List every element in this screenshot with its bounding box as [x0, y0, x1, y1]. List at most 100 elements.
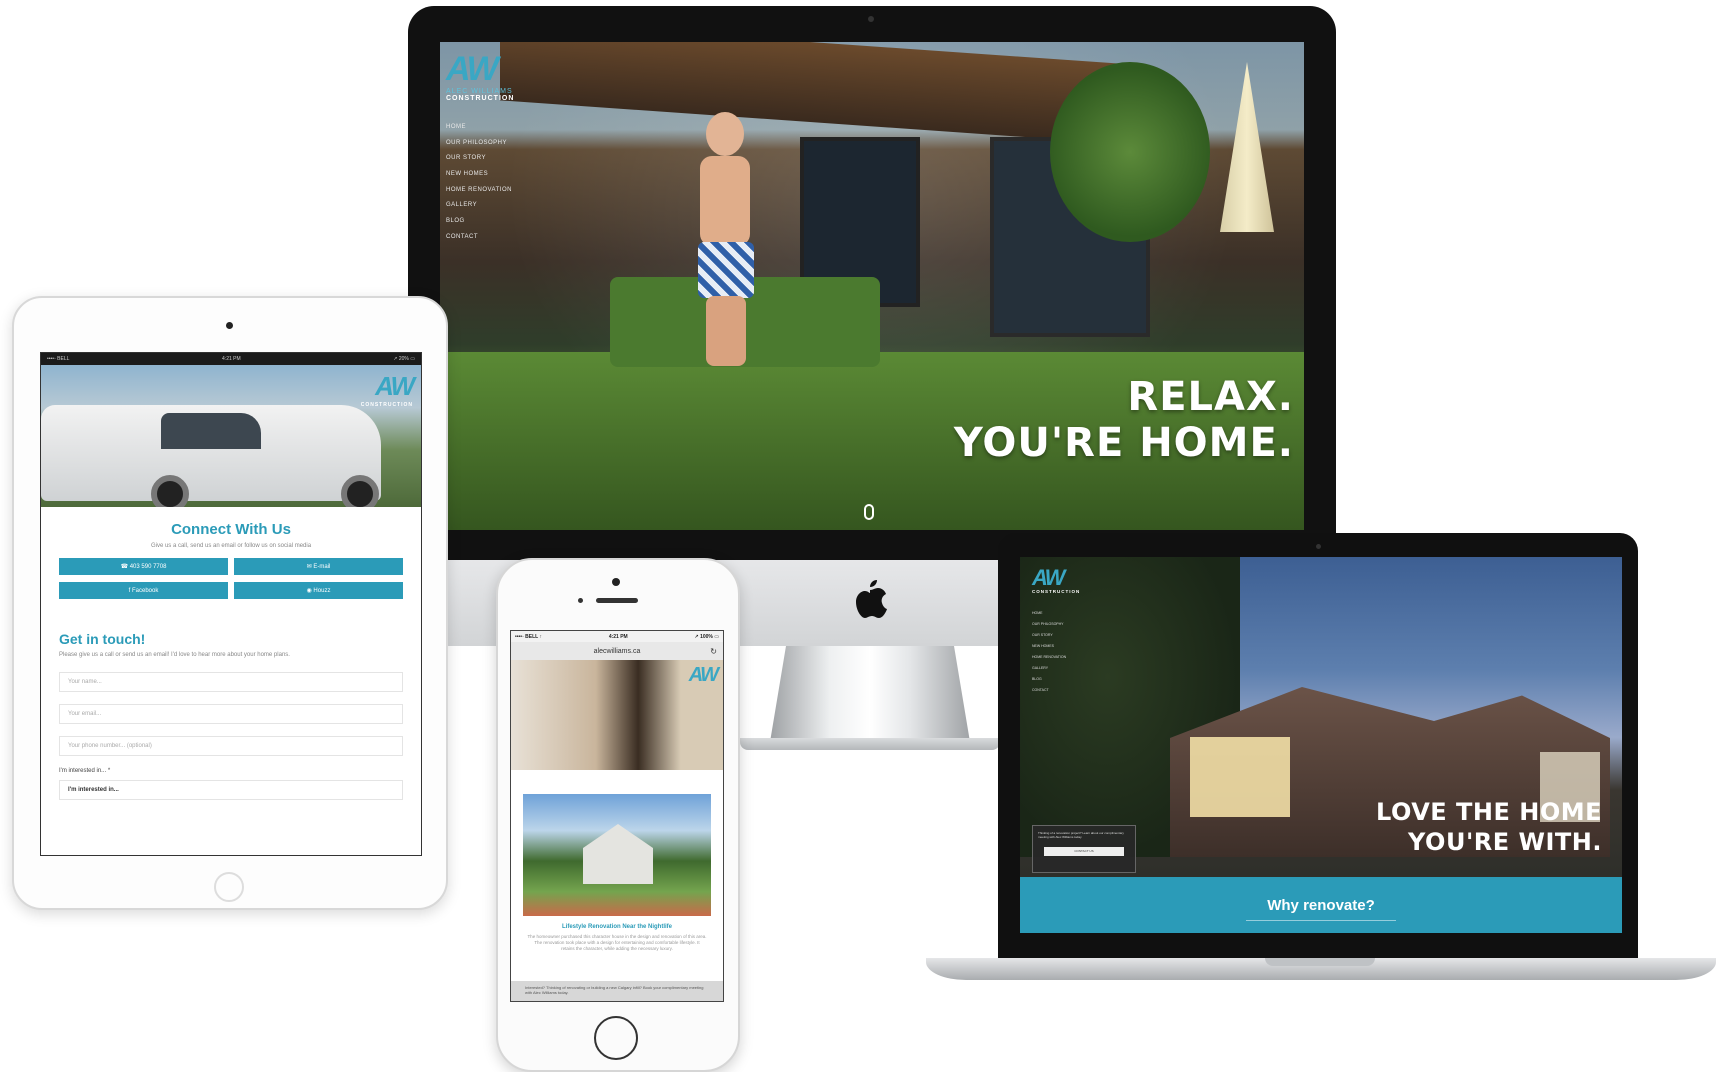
nav-item-philosophy[interactable]: OUR PHILOSOPHY [1032, 622, 1066, 626]
site-logo[interactable]: AW [688, 664, 719, 687]
project-card-image[interactable] [523, 794, 711, 916]
desktop-site-hero: AW ALEC WILLIAMS CONSTRUCTION HOME OUR P… [440, 42, 1304, 530]
reload-icon[interactable]: ↻ [710, 647, 717, 656]
nav-item-home[interactable]: HOME [1032, 611, 1066, 615]
nav-item-renovation[interactable]: HOME RENOVATION [1032, 655, 1066, 659]
site-logo[interactable]: AW CONSTRUCTION [360, 371, 415, 408]
laptop-notch [1265, 958, 1375, 966]
nav-item-blog[interactable]: BLOG [1032, 677, 1066, 681]
phone-hero-image: AW [511, 660, 723, 770]
tablet-status-bar: ••••◦ BELL 4:21 PM ↗ 20% ▭ [41, 353, 421, 365]
hero-truck-wheel [151, 475, 189, 507]
status-time: 4:21 PM [608, 633, 628, 640]
hero-tree [1050, 62, 1210, 242]
facebook-button[interactable]: f Facebook [59, 582, 228, 599]
logo-tagline: CONSTRUCTION [446, 95, 515, 102]
desktop-stand-neck [770, 646, 970, 742]
hero-headline-line2: YOU'RE HOME. [953, 420, 1294, 466]
interest-label: I'm interested in... * [59, 768, 111, 774]
email-field[interactable]: Your email... [59, 704, 403, 724]
tablet-content: Connect With Us Give us a call, send us … [41, 507, 421, 800]
site-logo[interactable]: AW CONSTRUCTION [1032, 565, 1081, 595]
logo-tagline: CONSTRUCTION [360, 402, 413, 408]
get-in-touch-subtitle: Please give us a call or send us an emai… [59, 652, 290, 658]
tablet-contact-page: ••••◦ BELL 4:21 PM ↗ 20% ▭ AW CONSTRUCTI… [40, 352, 422, 856]
hero-headline: RELAX. YOU'RE HOME. [954, 374, 1294, 466]
tablet-home-button [214, 872, 244, 902]
hero-child-figure [690, 112, 760, 372]
phone-button[interactable]: ☎ 403 590 7708 [59, 558, 228, 575]
hero-truck-wheel [341, 475, 379, 507]
project-house [583, 824, 653, 884]
why-renovate-heading: Why renovate? [1267, 896, 1375, 914]
hero-headline-line2: YOU'RE WITH. [1408, 828, 1602, 856]
address-bar-url: alecwilliams.ca [593, 647, 641, 655]
houzz-button[interactable]: ◉ Houzz [234, 582, 403, 599]
nav-item-new-homes[interactable]: NEW HOMES [1032, 644, 1066, 648]
phone-speaker [596, 598, 638, 603]
status-carrier: ••••◦ BELL [47, 356, 70, 362]
apple-logo-icon [856, 580, 887, 618]
why-renovate-band: Why renovate? [1020, 877, 1622, 933]
nav-item-gallery[interactable]: GALLERY [446, 202, 512, 208]
promo-popup: Thinking of a renovation project? Learn … [1032, 825, 1136, 873]
nav-item-contact[interactable]: CONTACT [446, 234, 512, 240]
status-time: 4:21 PM [222, 356, 241, 362]
status-carrier: ••••◦ BELL ↑ [515, 633, 543, 640]
hero-house-roof [500, 42, 1120, 144]
phone-footer-banner: Interested? Thinking of renovating or bu… [511, 981, 723, 1001]
hero-truck-window [161, 413, 261, 449]
hero-headline: LOVE THE HOME YOU'RE WITH. [1376, 797, 1602, 857]
tablet-hero-image: AW CONSTRUCTION [41, 365, 421, 507]
scroll-down-icon[interactable] [864, 504, 874, 520]
laptop-nav: HOME OUR PHILOSOPHY OUR STORY NEW HOMES … [1032, 611, 1066, 699]
status-battery: ↗ 20% ▭ [393, 356, 415, 362]
band-divider [1246, 920, 1396, 921]
nav-item-new-homes[interactable]: NEW HOMES [446, 171, 512, 177]
email-button[interactable]: ✉ E-mail [234, 558, 403, 575]
nav-item-philosophy[interactable]: OUR PHILOSOPHY [446, 140, 512, 146]
promo-popup-button[interactable]: CONTACT US [1044, 847, 1124, 856]
nav-item-home[interactable]: HOME [446, 124, 512, 130]
hero-headline-line1: RELAX. [1127, 374, 1294, 420]
phone-camera [612, 578, 620, 586]
phone-home-button [594, 1016, 638, 1060]
nav-item-contact[interactable]: CONTACT [1032, 688, 1066, 692]
project-card-title[interactable]: Lifestyle Renovation Near the Nightlife [511, 924, 723, 930]
phone-site-page: ••••◦ BELL ↑ 4:21 PM ↗ 100% ▭ alecwillia… [510, 630, 724, 1002]
logo-tagline: CONSTRUCTION [1032, 589, 1081, 594]
phone-sensor [578, 598, 583, 603]
laptop-site-hero: AW CONSTRUCTION HOME OUR PHILOSOPHY OUR … [1020, 557, 1622, 933]
address-bar[interactable]: alecwilliams.ca ↻ [511, 642, 723, 660]
get-in-touch-title: Get in touch! [59, 631, 146, 647]
hero-headline-line1: LOVE THE HOME [1376, 798, 1602, 826]
connect-subtitle: Give us a call, send us an email or foll… [150, 543, 312, 549]
nav-item-gallery[interactable]: GALLERY [1032, 666, 1066, 670]
nav-item-story[interactable]: OUR STORY [1032, 633, 1066, 637]
nav-item-story[interactable]: OUR STORY [446, 155, 512, 161]
status-battery: ↗ 100% ▭ [694, 633, 719, 640]
nav-item-blog[interactable]: BLOG [446, 218, 512, 224]
logo-mark: AW [1032, 565, 1065, 590]
desktop-nav: HOME OUR PHILOSOPHY OUR STORY NEW HOMES … [446, 124, 512, 250]
hero-lit-window [1190, 737, 1290, 817]
contact-button-grid: ☎ 403 590 7708 ✉ E-mail f Facebook ◉ Hou… [59, 558, 403, 599]
phone-status-bar: ••••◦ BELL ↑ 4:21 PM ↗ 100% ▭ [511, 631, 723, 642]
project-card-text: The homeowner purchased this character h… [527, 934, 707, 951]
connect-title: Connect With Us [171, 521, 291, 538]
name-field[interactable]: Your name... [59, 672, 403, 692]
interest-select[interactable]: I'm interested in... [59, 780, 403, 800]
promo-popup-text: Thinking of a renovation project? Learn … [1038, 831, 1124, 839]
desktop-stand-base [740, 738, 1000, 750]
logo-mark: AW [688, 664, 719, 686]
logo-mark: AW [446, 50, 499, 88]
phone-field[interactable]: Your phone number... (optional) [59, 736, 403, 756]
laptop-camera [1316, 544, 1321, 549]
site-logo[interactable]: AW ALEC WILLIAMS CONSTRUCTION [446, 52, 556, 102]
tablet-camera [226, 322, 233, 329]
logo-name: ALEC WILLIAMS [446, 88, 513, 95]
nav-item-renovation[interactable]: HOME RENOVATION [446, 187, 512, 193]
hero-patio-umbrella [1220, 62, 1274, 232]
desktop-camera [868, 16, 874, 22]
logo-mark: AW [375, 371, 415, 401]
